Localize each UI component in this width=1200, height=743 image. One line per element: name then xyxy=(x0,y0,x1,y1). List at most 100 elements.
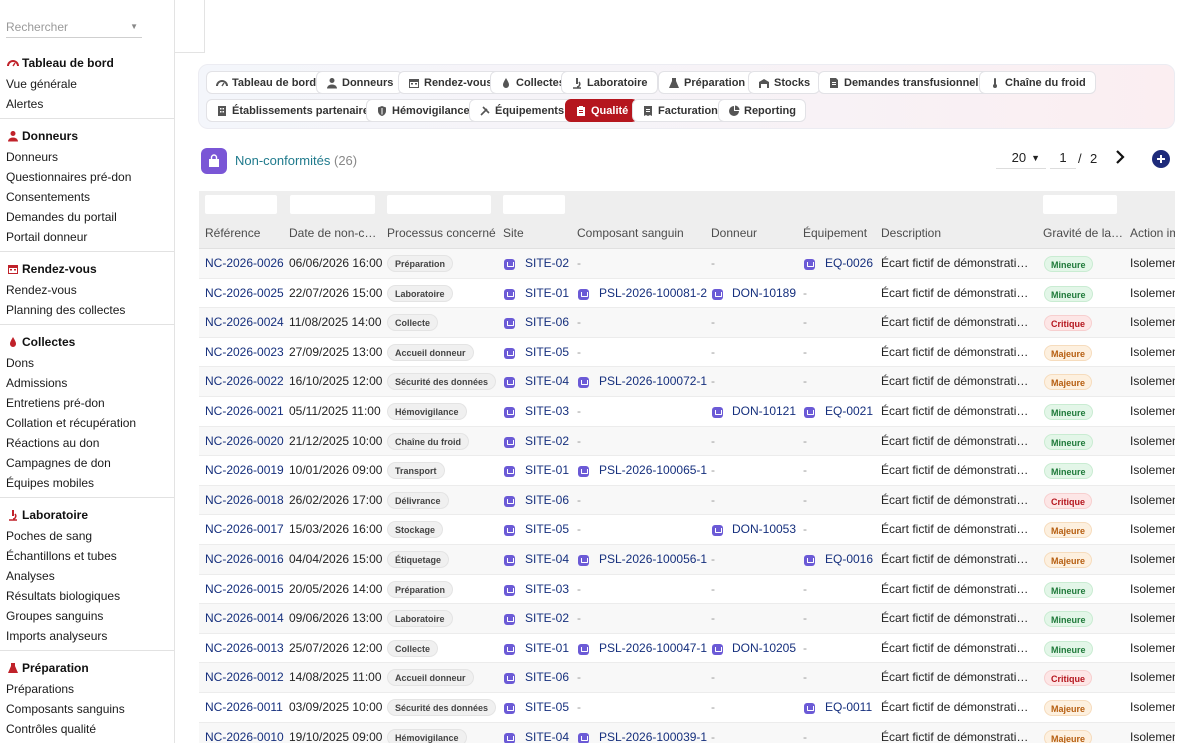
sidebar-item[interactable]: Alertes xyxy=(0,94,174,114)
col-process[interactable]: Processus concerné xyxy=(387,226,496,240)
reference-link[interactable]: NC-2026-0018 xyxy=(205,486,284,515)
sidebar-section-title[interactable]: Préparation xyxy=(0,657,174,679)
component-link[interactable]: PSL-2026-100072-1 xyxy=(599,367,707,396)
module-tab[interactable]: Donneurs xyxy=(316,71,404,94)
site-link[interactable]: SITE-01 xyxy=(525,279,569,308)
sidebar-item[interactable]: Planning des collectes xyxy=(0,300,174,320)
module-tab[interactable]: Qualité xyxy=(565,99,639,122)
next-page-button[interactable] xyxy=(1112,147,1128,167)
site-link[interactable]: SITE-06 xyxy=(525,663,569,692)
sidebar-item[interactable]: Préparations xyxy=(0,679,174,699)
module-tab[interactable]: Chaîne du froid xyxy=(979,71,1096,94)
table-row[interactable]: NC-2026-0019 10/01/2026 09:00 Transport SIT… xyxy=(199,456,1175,486)
table-row[interactable]: NC-2026-0021 05/11/2025 11:00 Hémovigilanc… xyxy=(199,397,1175,427)
sidebar-item[interactable]: Consentements xyxy=(0,187,174,207)
table-row[interactable]: NC-2026-0017 15/03/2026 16:00 Stockage SITE… xyxy=(199,515,1175,545)
filter-reference[interactable] xyxy=(205,195,277,214)
reference-link[interactable]: NC-2026-0024 xyxy=(205,308,284,337)
site-link[interactable]: SITE-06 xyxy=(525,308,569,337)
module-tab[interactable]: Rendez-vous xyxy=(398,71,503,94)
col-description[interactable]: Description xyxy=(881,226,941,240)
sidebar-item[interactable]: Donneurs xyxy=(0,147,174,167)
donor-link[interactable]: DON-10189 xyxy=(732,279,796,308)
chevron-down-icon[interactable]: ▼ xyxy=(130,22,138,31)
sidebar-item[interactable]: Rendez-vous xyxy=(0,280,174,300)
component-link[interactable]: PSL-2026-100056-1 xyxy=(599,545,707,574)
module-tab[interactable]: Établissements partenaires xyxy=(206,99,386,122)
add-record-button[interactable] xyxy=(1152,150,1170,168)
reference-link[interactable]: NC-2026-0020 xyxy=(205,427,284,456)
site-link[interactable]: SITE-02 xyxy=(525,249,569,278)
col-reference[interactable]: Référence xyxy=(205,226,260,240)
sidebar-section-title[interactable]: Collectes xyxy=(0,331,174,353)
sidebar-section-title[interactable]: Rendez-vous xyxy=(0,258,174,280)
module-tab[interactable]: Préparation xyxy=(658,71,756,94)
col-equipment[interactable]: Équipement xyxy=(803,226,867,240)
reference-link[interactable]: NC-2026-0017 xyxy=(205,515,284,544)
table-row[interactable]: NC-2026-0015 20/05/2026 14:00 Préparation S… xyxy=(199,575,1175,605)
sidebar-item[interactable]: Échantillons et tubes xyxy=(0,546,174,566)
sidebar-item[interactable]: Groupes sanguins xyxy=(0,606,174,626)
component-link[interactable]: PSL-2026-100065-1 xyxy=(599,456,707,485)
donor-link[interactable]: DON-10205 xyxy=(732,634,796,663)
sidebar-item[interactable]: Vue générale xyxy=(0,74,174,94)
equipment-link[interactable]: EQ-0011 xyxy=(825,693,872,722)
reference-link[interactable]: NC-2026-0015 xyxy=(205,575,284,604)
current-page-input[interactable]: 1 xyxy=(1050,147,1076,169)
reference-link[interactable]: NC-2026-0016 xyxy=(205,545,284,574)
component-link[interactable]: PSL-2026-100047-1 xyxy=(599,634,707,663)
site-link[interactable]: SITE-01 xyxy=(525,456,569,485)
sidebar-section-title[interactable]: Laboratoire xyxy=(0,504,174,526)
table-row[interactable]: NC-2026-0012 14/08/2025 11:00 Accueil donn… xyxy=(199,663,1175,693)
table-row[interactable]: NC-2026-0020 21/12/2025 10:00 Chaîne du fr… xyxy=(199,426,1175,457)
col-severity[interactable]: Gravité de la… xyxy=(1043,226,1123,240)
equipment-link[interactable]: EQ-0026 xyxy=(825,249,873,278)
site-link[interactable]: SITE-01 xyxy=(525,634,569,663)
site-link[interactable]: SITE-05 xyxy=(525,693,569,722)
site-link[interactable]: SITE-05 xyxy=(525,515,569,544)
donor-link[interactable]: DON-10053 xyxy=(732,515,796,544)
site-link[interactable]: SITE-02 xyxy=(525,604,569,633)
sidebar-item[interactable]: Demandes du portail xyxy=(0,207,174,227)
module-tab[interactable]: Demandes transfusionnelles xyxy=(818,71,1004,94)
search-box[interactable]: ▼ xyxy=(6,18,142,38)
table-row[interactable]: NC-2026-0022 16/10/2025 12:00 Sécurité des… xyxy=(199,367,1175,397)
reference-link[interactable]: NC-2026-0014 xyxy=(205,604,284,633)
sidebar-item[interactable]: Collation et récupération xyxy=(0,413,174,433)
site-link[interactable]: SITE-03 xyxy=(525,575,569,604)
site-link[interactable]: SITE-03 xyxy=(525,397,569,426)
sidebar-item[interactable]: Portail donneur xyxy=(0,227,174,247)
site-link[interactable]: SITE-04 xyxy=(525,723,569,743)
sidebar-item[interactable]: Résultats biologiques xyxy=(0,586,174,606)
equipment-link[interactable]: EQ-0021 xyxy=(825,397,873,426)
sidebar-item[interactable]: Imports analyseurs xyxy=(0,626,174,646)
table-row[interactable]: NC-2026-0025 22/07/2026 15:00 Laboratoire S… xyxy=(199,279,1175,309)
sidebar-item[interactable]: Composants sanguins xyxy=(0,699,174,719)
site-link[interactable]: SITE-04 xyxy=(525,545,569,574)
module-tab[interactable]: Facturation xyxy=(632,99,728,122)
col-donor[interactable]: Donneur xyxy=(711,226,757,240)
sidebar-section-title[interactable]: Donneurs xyxy=(0,125,174,147)
reference-link[interactable]: NC-2026-0019 xyxy=(205,456,284,485)
sidebar-item[interactable]: Réactions au don xyxy=(0,433,174,453)
donor-link[interactable]: DON-10121 xyxy=(732,397,796,426)
reference-link[interactable]: NC-2026-0026 xyxy=(205,249,284,278)
col-component[interactable]: Composant sanguin xyxy=(577,226,684,240)
site-link[interactable]: SITE-05 xyxy=(525,338,569,367)
sidebar-item[interactable]: Dons xyxy=(0,353,174,373)
module-tab[interactable]: Stocks xyxy=(748,71,821,94)
per-page-select[interactable]: 20 ▼ xyxy=(996,147,1046,169)
reference-link[interactable]: NC-2026-0010 xyxy=(205,723,284,743)
filter-process[interactable] xyxy=(387,195,491,214)
col-site[interactable]: Site xyxy=(503,226,524,240)
search-input[interactable] xyxy=(6,18,124,36)
reference-link[interactable]: NC-2026-0012 xyxy=(205,663,284,692)
table-row[interactable]: NC-2026-0013 25/07/2026 12:00 Collecte SITE… xyxy=(199,634,1175,664)
col-action[interactable]: Action im xyxy=(1130,226,1175,240)
sidebar-item[interactable]: Entretiens pré-don xyxy=(0,393,174,413)
reference-link[interactable]: NC-2026-0013 xyxy=(205,634,284,663)
site-link[interactable]: SITE-02 xyxy=(525,427,569,456)
component-link[interactable]: PSL-2026-100039-1 xyxy=(599,723,707,743)
reference-link[interactable]: NC-2026-0011 xyxy=(205,693,283,722)
reference-link[interactable]: NC-2026-0022 xyxy=(205,367,284,396)
